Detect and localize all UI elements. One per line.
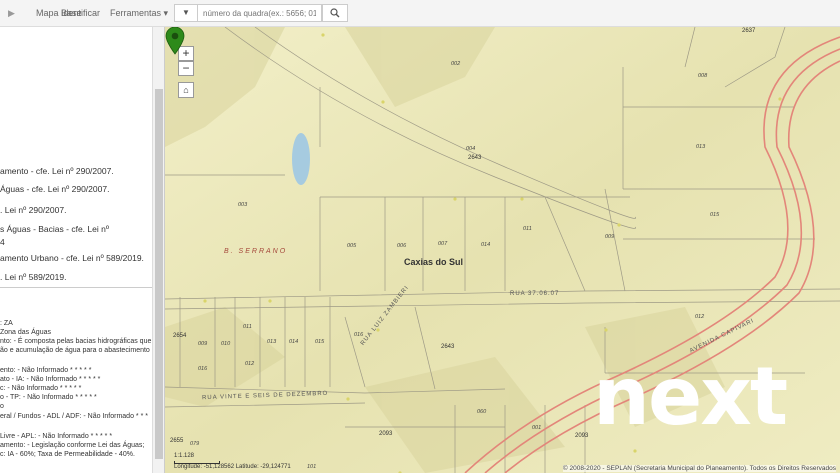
- ferramentas-label: Ferramentas: [110, 8, 162, 18]
- layer-item[interactable]: amento - cfe. Lei nº 290/2007.: [0, 166, 114, 176]
- home-button[interactable]: ⌂: [178, 82, 194, 98]
- parcel-number: 101: [307, 464, 317, 470]
- sidebar-panel: amento - cfe. Lei nº 290/2007. Águas - c…: [0, 27, 165, 473]
- parcel-number: 008: [698, 73, 708, 79]
- block-number: 2655: [170, 438, 184, 444]
- info-line: o: [0, 403, 4, 410]
- parcel-number: 009: [198, 341, 208, 347]
- map-view[interactable]: + − ⌂ B. SERRANO Caxias do Sul 2637 2643…: [165, 27, 840, 473]
- location-pin-icon[interactable]: [165, 27, 185, 55]
- city-label: Caxias do Sul: [404, 257, 464, 267]
- block-number: 2654: [173, 333, 187, 339]
- info-line: eral / Fundos - ADL / ADF: - Não Informa…: [0, 413, 148, 420]
- top-toolbar: ▶ Mapa Base Identificar Ferramentas ▾ ▼: [0, 0, 840, 27]
- layer-item[interactable]: Águas - cfe. Lei nº 290/2007.: [0, 184, 109, 194]
- block-number: 2643: [441, 344, 455, 350]
- parcel-number: 011: [523, 226, 532, 232]
- parcel-number: 014: [289, 339, 299, 345]
- block-number: 2637: [742, 28, 756, 34]
- info-line: ato - IA: - Não Informado * * * * *: [0, 376, 101, 383]
- parcel-number: 007: [438, 241, 448, 247]
- parcel-number: 016: [354, 332, 364, 338]
- block-number: 2093: [575, 433, 589, 439]
- parcel-number: 012: [695, 314, 705, 320]
- parcel-number: 012: [245, 361, 255, 367]
- info-line: Livre - APL: - Não Informado * * * * *: [0, 433, 113, 440]
- identificar-link[interactable]: Identificar: [61, 8, 100, 18]
- scale-label: 1:1.128: [174, 453, 195, 459]
- search-button[interactable]: [322, 4, 348, 22]
- ferramentas-menu[interactable]: Ferramentas ▾: [110, 8, 168, 19]
- info-line: ão e acumulação de água para o abastecim…: [0, 347, 150, 354]
- info-line: ento: - Não Informado * * * * *: [0, 367, 92, 374]
- parcel-number: 006: [397, 243, 407, 249]
- attribution-text: © 2008-2020 - SEPLAN (Secretaria Municip…: [562, 465, 836, 472]
- info-line: amento: - Legislação conforme Lei das Ág…: [0, 442, 145, 449]
- parcel-number: 001: [532, 425, 542, 431]
- search-type-dropdown[interactable]: ▼: [174, 4, 198, 22]
- layer-item-cont: 4: [0, 237, 5, 247]
- nav-partial: ▶: [8, 8, 15, 18]
- parcel-number: 005: [347, 243, 357, 249]
- parcel-number: 004: [466, 146, 476, 152]
- parcel-number: 060: [477, 409, 487, 415]
- layer-item[interactable]: amento Urbano - cfe. Lei nº 589/2019.: [0, 253, 144, 263]
- home-icon: ⌂: [183, 85, 189, 95]
- parcel-number: 010: [221, 341, 231, 347]
- layer-item[interactable]: s Águas - Bacias - cfe. Lei nº: [0, 224, 109, 234]
- block-number: 2643: [468, 155, 482, 161]
- chevron-down-icon: ▼: [182, 8, 190, 17]
- caret-down-icon: ▾: [163, 8, 169, 18]
- info-line: c: IA - 60%; Taxa de Permeabilidade - 40…: [0, 451, 135, 458]
- coordinates-readout: Longitude: -51,128562 Latitude: -29,1247…: [174, 464, 291, 470]
- lake: [292, 133, 310, 185]
- info-line: nto: - É composta pelas bacias hidrográf…: [0, 338, 152, 345]
- parcel-number: 015: [315, 339, 325, 345]
- parcel-number: 009: [605, 234, 615, 240]
- search-input[interactable]: [198, 4, 322, 22]
- divider: [0, 287, 152, 288]
- parcel-number: 002: [451, 61, 461, 67]
- parcel-number: 016: [198, 366, 208, 372]
- parcel-number: 014: [481, 242, 491, 248]
- search-icon: [330, 8, 340, 18]
- info-line: : ZA: [0, 320, 13, 327]
- scrollbar-thumb[interactable]: [155, 89, 163, 459]
- parcel-number: 013: [696, 144, 706, 150]
- info-line: c: - Não Informado * * * * *: [0, 385, 82, 392]
- sidebar-scrollbar[interactable]: [152, 27, 164, 473]
- parcel-number: 015: [710, 212, 720, 218]
- parcel-number: 013: [267, 339, 277, 345]
- layer-item[interactable]: . Lei nº 589/2019.: [0, 272, 66, 282]
- bairro-label: B. SERRANO: [224, 248, 288, 255]
- info-line: o - TP: - Não Informado * * * * *: [0, 394, 97, 401]
- info-line: Zona das Águas: [0, 329, 51, 336]
- parcel-number: 011: [243, 324, 252, 330]
- street-label: RUA 37.06.07: [510, 291, 560, 297]
- zoom-out-button[interactable]: −: [178, 61, 194, 76]
- watermark-logo: next: [593, 350, 788, 443]
- block-number: 2093: [379, 431, 393, 437]
- parcel-number: 079: [190, 441, 200, 447]
- layer-item[interactable]: . Lei nº 290/2007.: [0, 205, 66, 215]
- parcel-number: 003: [238, 202, 248, 208]
